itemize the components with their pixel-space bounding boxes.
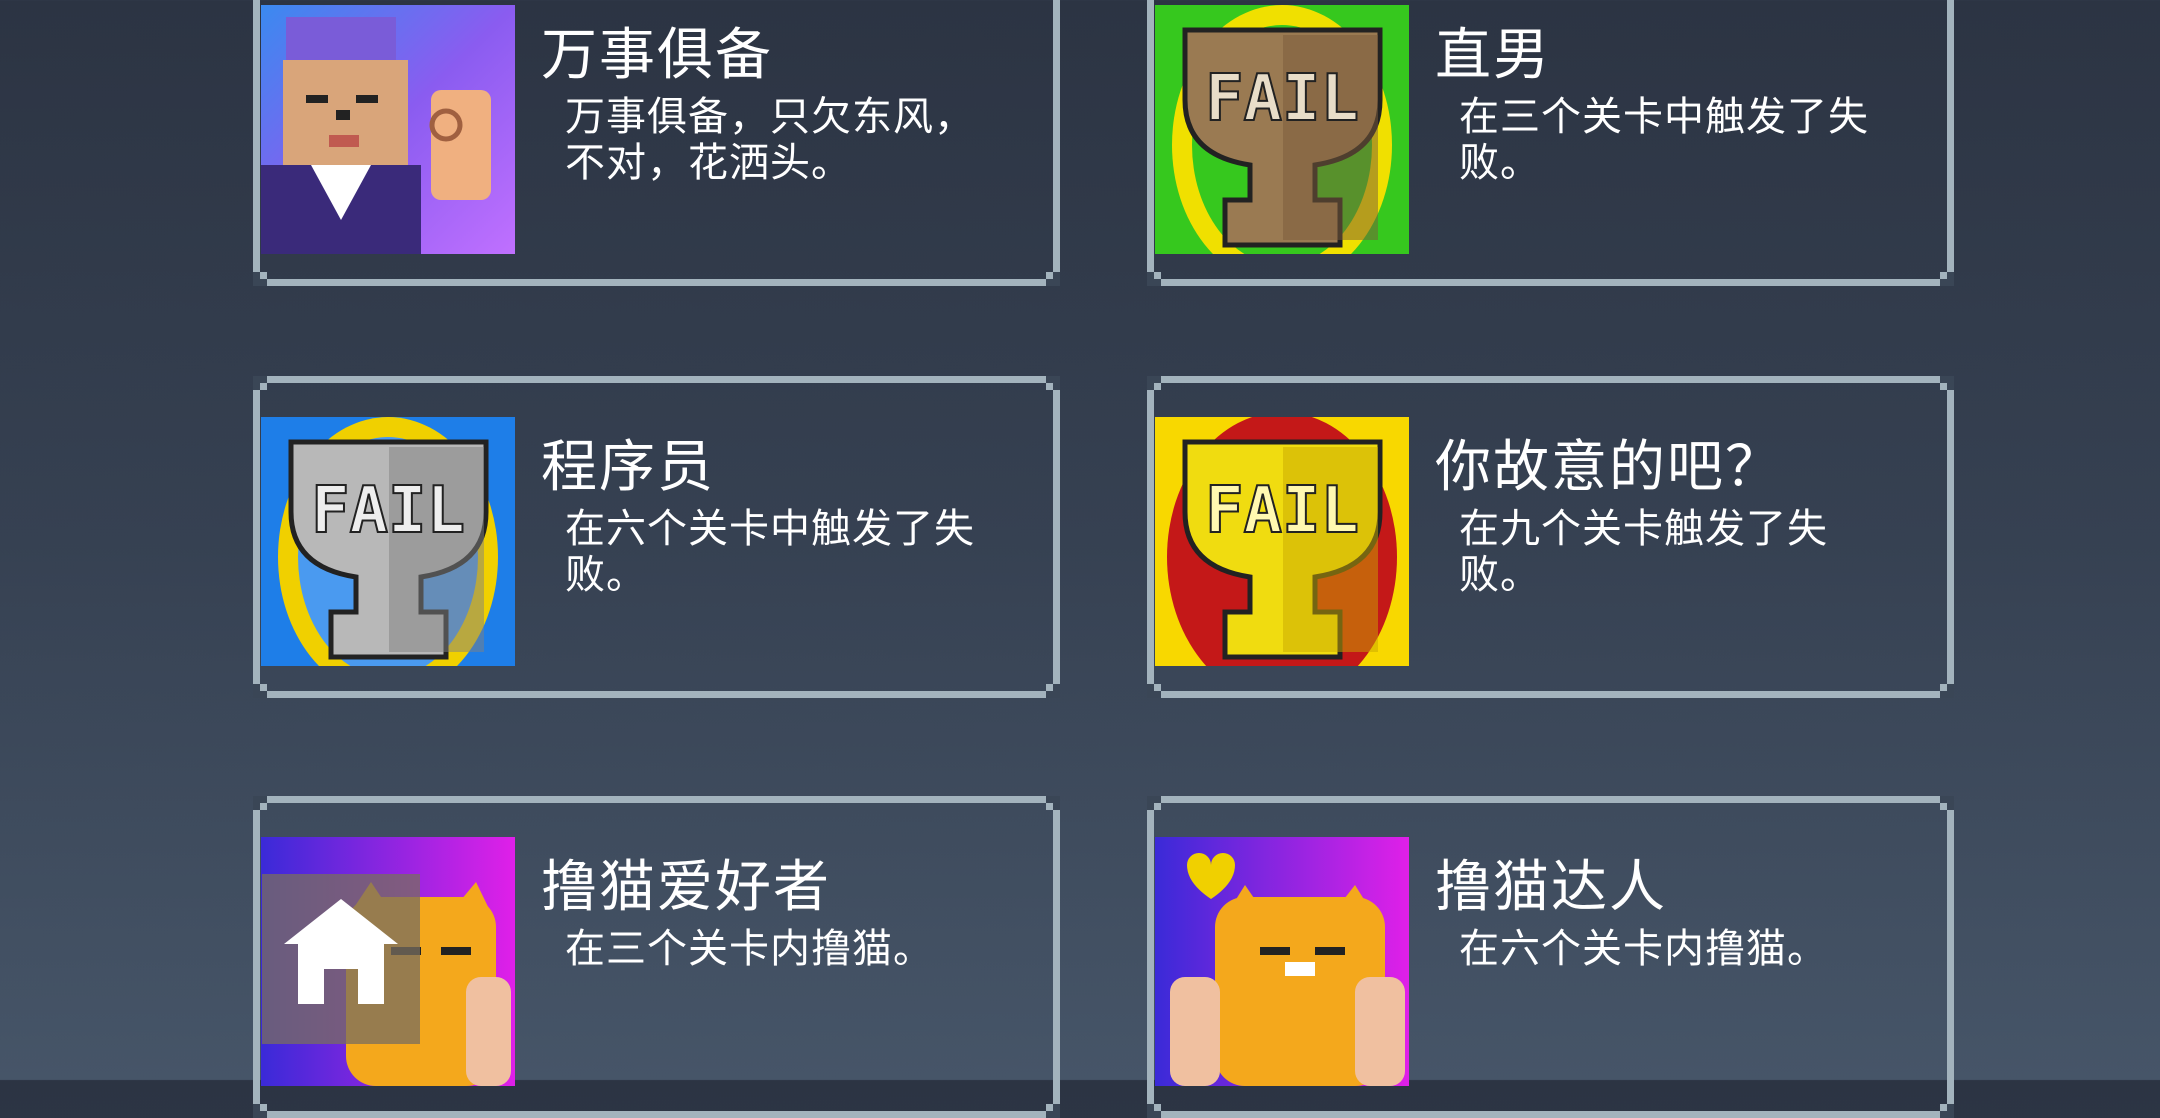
achievement-card: FAIL 你故意的吧？ 在九个关卡触发了失败。 xyxy=(1147,376,1954,698)
achievement-description: 万事俱备，只欠东风，不对，花洒头。 xyxy=(565,94,975,186)
achievement-card: FAIL 程序员 在六个关卡中触发了失败。 xyxy=(253,376,1060,698)
home-button[interactable] xyxy=(262,874,420,1044)
achievement-title: 直男 xyxy=(1435,23,1551,88)
achievement-title: 你故意的吧？ xyxy=(1435,435,1783,500)
achievement-title: 程序员 xyxy=(541,435,715,500)
bronze-fail-trophy-icon: FAIL xyxy=(1155,5,1409,254)
achievement-description: 在九个关卡触发了失败。 xyxy=(1459,506,1828,598)
fail-label: FAIL xyxy=(311,474,465,548)
home-icon xyxy=(284,899,398,1004)
gold-fail-trophy-icon: FAIL xyxy=(1155,417,1409,666)
silver-fail-trophy-icon: FAIL xyxy=(261,417,515,666)
achievement-card: FAIL 直男 在三个关卡中触发了失败。 xyxy=(1147,0,1954,286)
achievement-description: 在三个关卡中触发了失败。 xyxy=(1459,94,1869,186)
fail-label: FAIL xyxy=(1205,474,1359,548)
achievement-card: 万事俱备 万事俱备，只欠东风，不对，花洒头。 xyxy=(253,0,1060,286)
achievement-title: 撸猫达人 xyxy=(1435,855,1667,920)
achievement-title: 万事俱备 xyxy=(541,23,773,88)
achievement-title: 撸猫爱好者 xyxy=(541,855,831,920)
achievement-description: 在六个关卡中触发了失败。 xyxy=(565,506,975,598)
petting-cat-heart-icon xyxy=(1155,837,1409,1086)
achievement-card: 撸猫达人 在六个关卡内撸猫。 xyxy=(1147,796,1954,1118)
fail-label: FAIL xyxy=(1205,62,1359,136)
achievement-description: 在三个关卡内撸猫。 xyxy=(565,926,934,972)
achievement-description: 在六个关卡内撸猫。 xyxy=(1459,926,1828,972)
old-man-ok-gesture-icon xyxy=(261,5,515,254)
